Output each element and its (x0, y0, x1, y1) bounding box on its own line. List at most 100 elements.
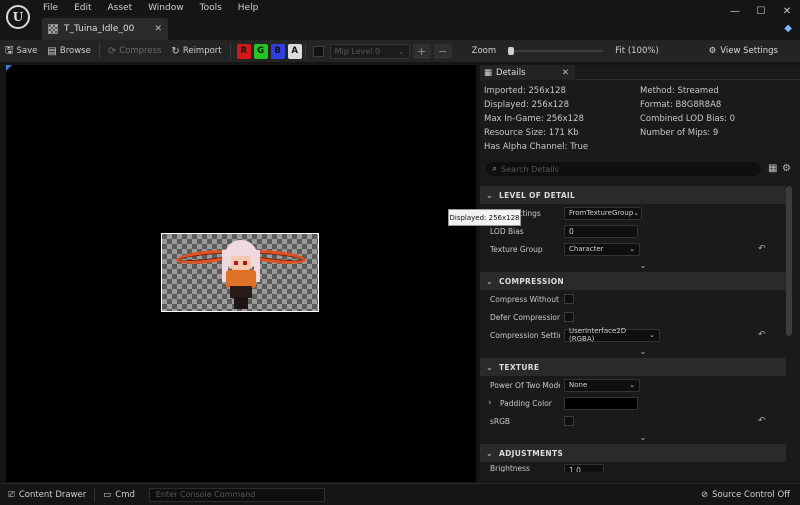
prop-compression-settings: Compression Settings UserInterface2D (RG… (480, 326, 786, 344)
compress-button[interactable]: ⟳ Compress (103, 40, 167, 62)
texture-viewport[interactable] (6, 65, 476, 482)
minimize-icon[interactable]: — (722, 0, 748, 22)
tab-close-icon[interactable]: ✕ (154, 24, 162, 34)
defer-compression-checkbox[interactable] (564, 312, 574, 322)
reset-to-default-icon[interactable]: ↶ (758, 244, 766, 254)
character-legs-shape (234, 297, 248, 309)
reset-to-default-icon[interactable]: ↶ (758, 416, 766, 426)
prop-compress-without-alpha: Compress Without Al (480, 290, 786, 308)
texture-preview (161, 233, 319, 312)
texture-group-dropdown[interactable]: Character ⌄ (564, 242, 640, 256)
folder-icon: ▤ (47, 45, 57, 57)
info-max-in-game: Max In-Game: 256x128 (484, 114, 584, 124)
texture-asset-icon (48, 24, 58, 34)
maximize-icon[interactable]: ☐ (748, 0, 774, 22)
details-scrollbar[interactable] (786, 186, 792, 336)
info-row: Displayed: 256x128 Format: B8G8R8A8 (484, 98, 794, 112)
search-details-field[interactable]: ⌕ (486, 162, 761, 176)
power-of-two-dropdown[interactable]: None ⌄ (564, 378, 640, 392)
console-command-field[interactable] (148, 487, 325, 502)
gear-icon: ⚙ (708, 46, 717, 56)
unreal-logo-icon[interactable]: U (6, 5, 30, 29)
toolbar: 🖫 Save ▤ Browse ⟳ Compress ↻ Reimport R … (0, 40, 800, 62)
chevron-down-icon: ⌄ (486, 276, 494, 286)
view-settings-button[interactable]: ⚙ View Settings (709, 40, 778, 62)
advanced-expander[interactable]: ⌄ (480, 344, 786, 358)
channel-g-toggle[interactable]: G (253, 43, 268, 59)
details-tab[interactable]: ▦ Details ✕ (480, 65, 575, 80)
reset-to-default-icon[interactable]: ↶ (758, 330, 766, 340)
menu-file[interactable]: File (43, 3, 58, 13)
info-row: Imported: 256x128 Method: Streamed (484, 84, 794, 98)
brightness-input[interactable]: 1.0 (564, 464, 604, 472)
notification-icon[interactable]: ◆ (784, 23, 792, 34)
compression-settings-dropdown[interactable]: UserInterface2D (RGBA) ⌄ (564, 327, 660, 343)
compress-icon: ⟳ (107, 45, 117, 57)
chevron-down-icon: ⌄ (633, 209, 640, 217)
info-number-of-mips: Number of Mips: 9 (640, 128, 719, 138)
mip-level-dropdown[interactable]: Mip Level 0 ⌄ (329, 43, 410, 59)
srgb-checkbox[interactable] (564, 416, 574, 426)
info-resource-size: Resource Size: 171 Kb (484, 128, 579, 138)
menu-asset[interactable]: Asset (108, 3, 133, 13)
reimport-button[interactable]: ↻ Reimport (166, 40, 226, 62)
prop-brightness: Brightness 1.0 (480, 462, 786, 472)
chevron-down-icon: ⌄ (486, 362, 494, 372)
channel-r-toggle[interactable]: R (236, 43, 251, 59)
info-method: Method: Streamed (640, 86, 719, 96)
chevron-right-icon[interactable]: › (488, 398, 492, 408)
details-close-icon[interactable]: ✕ (562, 68, 569, 78)
menu-edit[interactable]: Edit (74, 3, 91, 13)
chevron-down-icon: ⌄ (639, 432, 647, 442)
advanced-expander[interactable]: ⌄ (480, 430, 786, 444)
info-row: Max In-Game: 256x128 Combined LOD Bias: … (484, 112, 794, 126)
channel-b-toggle[interactable]: B (270, 43, 285, 59)
info-displayed: Displayed: 256x128 (484, 100, 569, 110)
chevron-down-icon: ⌄ (397, 46, 405, 56)
zoom-fit-label[interactable]: Fit (100%) (615, 46, 659, 56)
console-command-input[interactable] (155, 490, 316, 499)
prop-label: Texture Group (490, 244, 543, 254)
category-texture[interactable]: ⌄ TEXTURE (480, 358, 786, 376)
save-button[interactable]: 🖫 Save (0, 40, 42, 62)
padding-color-swatch[interactable] (564, 396, 638, 410)
search-details-input[interactable] (501, 164, 722, 174)
close-window-icon[interactable]: ✕ (774, 0, 800, 22)
channel-a-toggle[interactable]: A (287, 43, 302, 59)
chevron-down-icon: ⌄ (629, 381, 635, 389)
prop-srgb: sRGB ↶ (480, 412, 786, 430)
prop-label: LOD Bias (490, 226, 524, 236)
category-adjustments[interactable]: ⌄ ADJUSTMENTS (480, 444, 786, 462)
menu-window[interactable]: Window (148, 3, 184, 13)
editor-tab[interactable]: T_Tuina_Idle_00 ✕ (42, 18, 168, 40)
viewport-corner-icon (6, 65, 12, 71)
table-view-icon[interactable]: ▦ (768, 163, 777, 174)
advanced-expander[interactable]: ⌄ (480, 258, 786, 272)
prop-defer-compression: Defer Compression (480, 308, 786, 326)
prop-label: Compress Without Al (490, 294, 560, 304)
details-settings-icon[interactable]: ⚙ (782, 163, 791, 174)
compress-without-alpha-checkbox[interactable] (564, 294, 574, 304)
search-icon: ⌕ (492, 164, 498, 174)
mip-decrease-button[interactable]: − (433, 43, 452, 59)
mip-gen-settings-dropdown[interactable]: FromTextureGroup ⌄ (564, 206, 642, 220)
zoom-label: Zoom (471, 46, 497, 56)
source-control-icon: ⊘ (701, 490, 709, 500)
category-compression[interactable]: ⌄ COMPRESSION (480, 272, 786, 290)
toolbar-separator (229, 43, 231, 59)
lod-bias-input[interactable]: 0 (564, 224, 638, 238)
menu-help[interactable]: Help (238, 3, 259, 13)
category-level-of-detail[interactable]: ⌄ LEVEL OF DETAIL (480, 186, 786, 204)
eye-left-shape (234, 261, 238, 265)
mip-increase-button[interactable]: + (412, 43, 431, 59)
source-control-button[interactable]: ⊘ Source Control Off (701, 484, 790, 505)
chevron-down-icon: ⌄ (486, 448, 494, 458)
zoom-slider[interactable] (508, 47, 604, 55)
chevron-down-icon: ⌄ (629, 245, 635, 253)
zoom-slider-handle[interactable] (508, 47, 515, 55)
content-drawer-button[interactable]: ⎚ Content Drawer (0, 484, 94, 505)
menu-tools[interactable]: Tools (200, 3, 222, 13)
browse-button[interactable]: ▤ Browse (42, 40, 95, 62)
cmd-button[interactable]: ▭ Cmd (95, 484, 143, 505)
mip-level-checkbox[interactable] (312, 45, 324, 57)
